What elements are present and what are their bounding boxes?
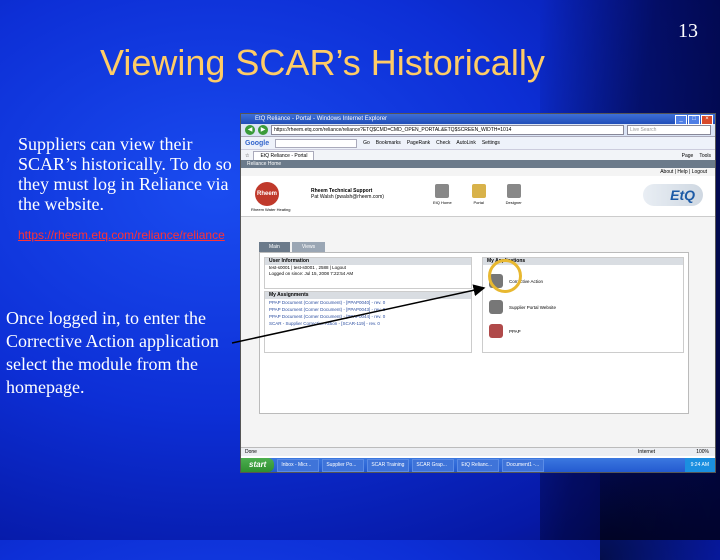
pointer-arrow: [231, 284, 486, 344]
